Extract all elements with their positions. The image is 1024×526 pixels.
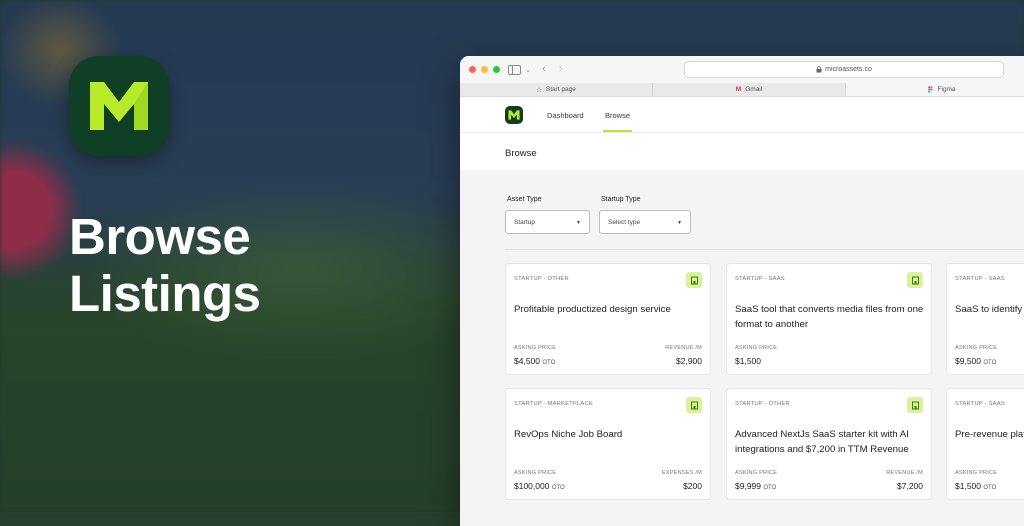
listing-category: STARTUP - OTHER — [735, 401, 790, 407]
lock-icon — [816, 66, 822, 73]
asking-price-label: ASKING PRICE — [735, 345, 778, 351]
listing-title: RevOps Niche Job Board — [514, 429, 623, 440]
asking-price-label: ASKING PRICE — [514, 345, 557, 351]
m-logo-icon — [90, 82, 148, 130]
hero-headline: Browse Listings — [69, 208, 261, 322]
tab-figma[interactable]: Figma — [846, 83, 1024, 96]
startup-type-label: Startup Type — [601, 196, 641, 203]
listing-card[interactable]: STARTUP - OTHER Profitable productized d… — [505, 263, 711, 375]
startup-type-placeholder: Select type — [608, 218, 641, 226]
listing-category: STARTUP - SAAS — [955, 401, 1005, 407]
gmail-icon: M — [735, 86, 742, 93]
metric-label: REVENUE /M — [886, 470, 923, 476]
star-icon: ☆ — [536, 86, 542, 94]
asking-price-label: ASKING PRICE — [735, 470, 778, 476]
tab-label: Start page — [545, 86, 576, 93]
headline-line-1: Browse — [69, 208, 251, 265]
listing-title: SaaS tool that converts media files from… — [735, 304, 924, 330]
filter-divider — [505, 249, 1024, 250]
browser-titlebar: ⌄ ‹ › microassets.co — [460, 56, 1024, 83]
metric-value: $7,200 — [897, 481, 923, 491]
browser-window: ⌄ ‹ › microassets.co ☆ Start page M Gmai… — [460, 56, 1024, 526]
app-navbar: Dashboard Browse — [460, 97, 1024, 133]
app-logo — [69, 56, 169, 156]
asking-price-label: ASKING PRICE — [514, 470, 557, 476]
asking-price-value: $9,999 OTO — [735, 481, 777, 491]
asking-price-value: $1,500 — [735, 356, 761, 366]
listing-card[interactable]: STARTUP - SAAS Pre-revenue platform cont… — [946, 388, 1024, 500]
building-icon — [907, 272, 923, 288]
maximize-window-button[interactable] — [493, 66, 500, 73]
listing-title: Advanced NextJs SaaS starter kit with AI… — [735, 429, 909, 455]
listing-title: Profitable productized design service — [514, 304, 671, 315]
asking-price-value: $4,500 OTO — [514, 356, 556, 366]
listing-category: STARTUP - MARKETPLACE — [514, 401, 593, 407]
tab-gmail[interactable]: M Gmail — [653, 83, 846, 96]
browser-tabs: ☆ Start page M Gmail Figma — [460, 83, 1024, 97]
caret-down-icon: ▼ — [677, 220, 682, 226]
back-arrow-icon[interactable]: ‹ — [542, 63, 546, 75]
asset-type-select[interactable]: Startup ▼ — [505, 210, 590, 234]
url-text: microassets.co — [825, 66, 872, 73]
listing-card[interactable]: STARTUP - MARKETPLACE RevOps Niche Job B… — [505, 388, 711, 500]
listing-category: STARTUP - SAAS — [955, 276, 1005, 282]
listing-card[interactable]: STARTUP - SAAS SaaS to identify opportun… — [946, 263, 1024, 375]
asking-price-label: ASKING PRICE — [955, 345, 998, 351]
building-icon — [686, 397, 702, 413]
asking-price-value: $100,000 OTO — [514, 481, 565, 491]
asking-price-value: $1,500 OTO — [955, 481, 997, 491]
metric-value: $200 — [683, 481, 702, 491]
m-logo-icon — [508, 110, 520, 120]
listings-content: Asset Type Startup ▼ Startup Type Select… — [460, 170, 1024, 526]
asset-type-label: Asset Type — [507, 196, 542, 203]
listing-card[interactable]: STARTUP - SAAS SaaS tool that converts m… — [726, 263, 932, 375]
listing-title: Pre-revenue platform content with AI — [955, 429, 1024, 440]
chevron-down-icon[interactable]: ⌄ — [525, 65, 531, 77]
caret-down-icon: ▼ — [576, 220, 581, 226]
sidebar-toggle-icon[interactable] — [508, 65, 521, 75]
asset-type-value: Startup — [514, 218, 535, 226]
listing-category: STARTUP - SAAS — [735, 276, 785, 282]
page-title: Browse — [505, 148, 537, 159]
startup-type-select[interactable]: Select type ▼ — [599, 210, 691, 234]
building-icon — [686, 272, 702, 288]
listing-title: SaaS to identify opportunities in — [955, 304, 1024, 315]
nav-link-browse[interactable]: Browse — [605, 111, 630, 120]
tab-start-page[interactable]: ☆ Start page — [460, 83, 653, 96]
nav-link-dashboard[interactable]: Dashboard — [547, 111, 584, 120]
asking-price-value: $9,500 OTO — [955, 356, 997, 366]
metric-value: $2,900 — [676, 356, 702, 366]
asking-price-label: ASKING PRICE — [955, 470, 998, 476]
listing-category: STARTUP - OTHER — [514, 276, 569, 282]
metric-label: EXPENSES /M — [661, 470, 702, 476]
tab-label: Gmail — [745, 86, 763, 93]
close-window-button[interactable] — [469, 66, 476, 73]
forward-arrow-icon[interactable]: › — [559, 63, 563, 75]
headline-line-2: Listings — [69, 265, 261, 322]
metric-label: REVENUE /M — [665, 345, 702, 351]
window-controls — [469, 66, 500, 73]
nav-logo[interactable] — [505, 106, 523, 124]
page-header: Browse — [460, 133, 1024, 172]
figma-icon — [928, 86, 934, 93]
url-bar[interactable]: microassets.co — [684, 61, 1004, 78]
minimize-window-button[interactable] — [481, 66, 488, 73]
tab-label: Figma — [937, 86, 956, 93]
active-nav-indicator — [603, 130, 632, 132]
building-icon — [907, 397, 923, 413]
listing-card[interactable]: STARTUP - OTHER Advanced NextJs SaaS sta… — [726, 388, 932, 500]
